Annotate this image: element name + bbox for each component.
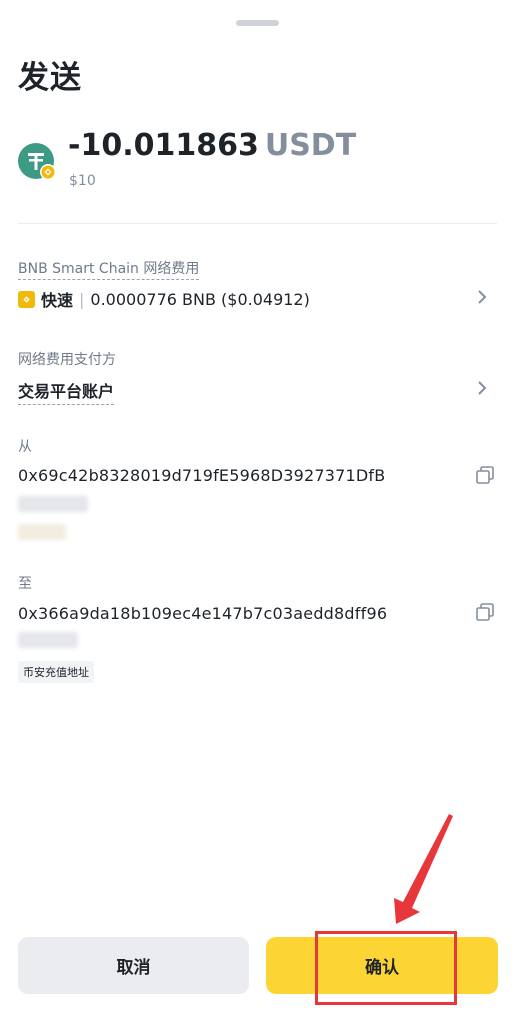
chevron-right-icon[interactable] (475, 378, 489, 398)
copy-icon[interactable] (475, 602, 495, 622)
page-title: 发送 (18, 60, 82, 96)
amount-value: -10.011863 (68, 128, 259, 163)
transfer-amount: -10.011863 USDT (68, 128, 356, 163)
fee-speed: 快速 (41, 291, 74, 310)
network-fee-label: BNB Smart Chain 网络费用 (18, 258, 200, 280)
usdt-token-icon (18, 143, 56, 180)
cancel-button[interactable]: 取消 (18, 937, 249, 994)
redacted-address-line (18, 632, 78, 648)
redacted-address-line (18, 496, 88, 512)
redacted-tag (18, 524, 66, 540)
deposit-address-tag: 币安充值地址 (18, 661, 94, 683)
section-divider (18, 223, 497, 224)
fee-payer-label: 网络费用支付方 (18, 352, 116, 368)
confirm-button[interactable]: 确认 (266, 937, 498, 994)
amount-symbol: USDT (264, 128, 357, 163)
copy-icon[interactable] (475, 465, 495, 485)
to-address: 0x366a9da18b109ec4e147b7c03aedd8dff96 (18, 604, 388, 623)
to-label: 至 (18, 576, 32, 592)
fee-amount: 0.0000776 BNB ($0.04912) (90, 289, 310, 309)
fiat-value: $10 (69, 173, 96, 189)
bnb-icon (18, 290, 35, 308)
fee-separator: | (79, 289, 85, 309)
chevron-right-icon[interactable] (475, 287, 489, 307)
from-address: 0x69c42b8328019d719fE5968D3927371DfB (18, 466, 386, 485)
from-label: 从 (18, 439, 32, 455)
fee-payer-value[interactable]: 交易平台账户 (18, 378, 115, 405)
annotation-arrow (394, 814, 453, 924)
network-fee-row[interactable]: 快速 | 0.0000776 BNB ($0.04912) (18, 287, 310, 311)
sheet-drag-handle[interactable] (236, 20, 279, 26)
